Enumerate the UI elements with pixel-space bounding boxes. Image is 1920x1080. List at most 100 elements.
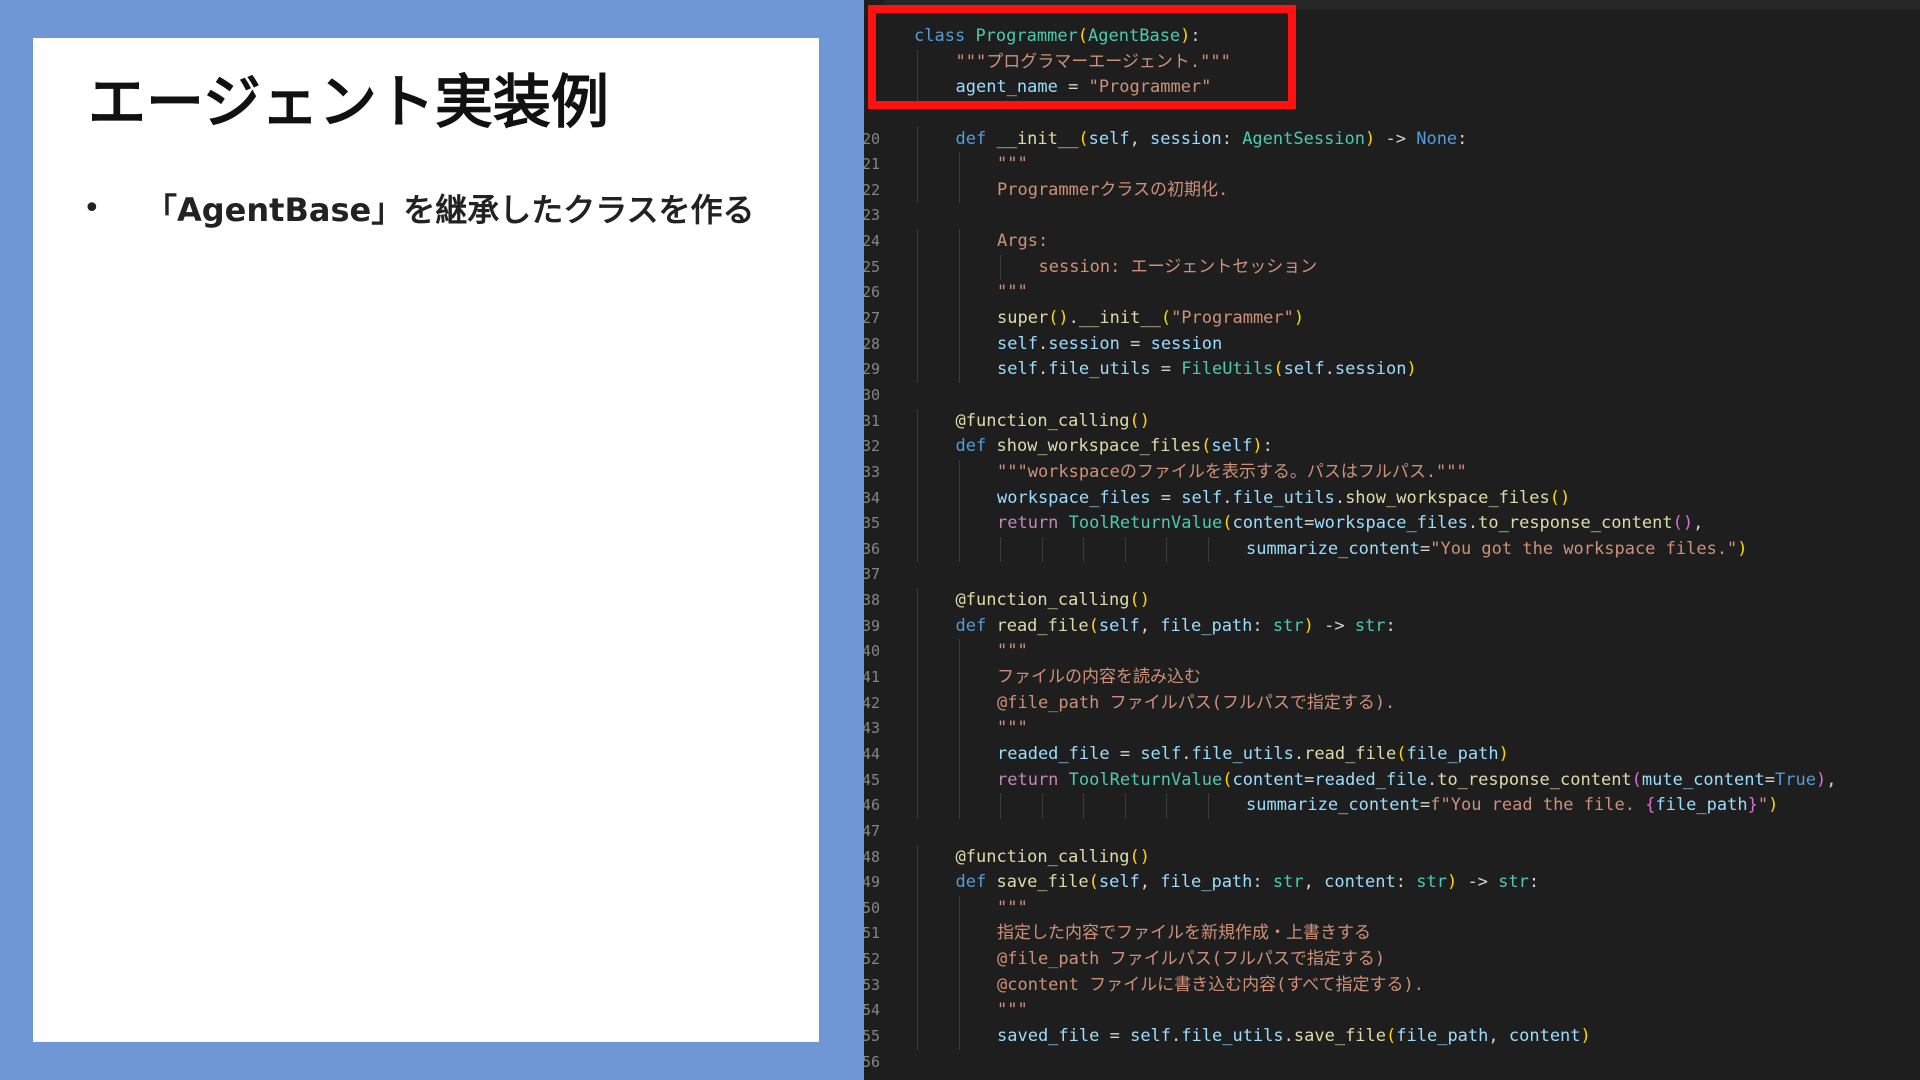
code-token: () xyxy=(1549,487,1571,508)
code-token: "You got the workspace files." xyxy=(1430,538,1738,559)
slide-panel: エージェント実装例 • 「AgentBase」を継承したクラスを作る xyxy=(33,38,819,1042)
indent-guide xyxy=(958,921,960,948)
code-token: session: エージェントセッション xyxy=(1038,256,1318,277)
code-line: 28 self.session = session xyxy=(864,331,1920,358)
code-token: ) xyxy=(1815,769,1827,790)
indent-guide xyxy=(958,767,960,794)
indent-guide xyxy=(958,639,960,666)
code-token: -> xyxy=(1457,872,1499,893)
code-token: """ xyxy=(997,282,1028,303)
code-token: content xyxy=(1324,872,1396,893)
code-token: mute_content xyxy=(1641,769,1765,790)
code-token: ( xyxy=(1088,872,1099,893)
code-token: session xyxy=(1150,128,1222,149)
code-line: 35 return ToolReturnValue(content=workspa… xyxy=(864,511,1920,537)
code-line: 36 summarize_content="You got the workspa… xyxy=(864,536,1920,563)
line-number: 30 xyxy=(864,385,880,404)
indent-guide xyxy=(958,254,960,281)
indent-guide xyxy=(1124,793,1126,819)
line-number: 23 xyxy=(864,206,880,225)
indent-guide xyxy=(958,793,960,819)
line-number: 33 xyxy=(864,462,880,481)
code-token: self xyxy=(1140,743,1182,764)
indent-guide xyxy=(917,870,918,896)
code-token: ) xyxy=(1365,128,1376,149)
code-token: , xyxy=(1488,1025,1509,1046)
code-token: () xyxy=(1129,590,1150,611)
indent-guide xyxy=(917,972,918,999)
code-token: def xyxy=(955,615,987,636)
code-line: 55 saved_file = self.file_utils.save_file… xyxy=(864,1023,1920,1050)
indent-guide xyxy=(917,895,918,922)
code-token: file_path xyxy=(1655,795,1748,816)
code-line: 50 """ xyxy=(864,895,1920,922)
line-number: 52 xyxy=(864,950,880,969)
indent-guide xyxy=(917,485,918,512)
indent-guide xyxy=(917,254,918,281)
line-number: 48 xyxy=(864,847,880,866)
line-number: 39 xyxy=(864,616,880,635)
code-token: show_workspace_files xyxy=(1345,487,1550,508)
class-highlight-box xyxy=(868,5,1296,109)
indent-guide xyxy=(1207,793,1209,819)
code-token: str xyxy=(1272,872,1304,893)
code-token: """ xyxy=(997,897,1028,918)
code-token: . xyxy=(1293,743,1305,764)
indent-guide xyxy=(917,459,918,486)
code-line: 38 @function_calling() xyxy=(864,588,1920,614)
code-line: 31 @function_calling() xyxy=(864,408,1920,435)
code-token: ) xyxy=(1498,743,1509,764)
code-line: 52 @file_path ファイルパス(フルパスで指定する) xyxy=(864,947,1920,973)
code-token: file_utils xyxy=(1232,487,1335,508)
code-token: ToolReturnValue xyxy=(1068,513,1223,534)
code-token: to_response_content xyxy=(1478,513,1673,534)
indent-guide xyxy=(958,998,960,1024)
indent-guide xyxy=(917,1023,918,1050)
code-token: @function_calling xyxy=(955,410,1130,431)
line-code: Args: xyxy=(997,229,1048,255)
code-token: """ xyxy=(997,154,1028,175)
code-line: 51 指定した内容でファイルを新規作成・上書きする xyxy=(864,921,1920,948)
code-token: readed_file xyxy=(1314,769,1427,790)
line-code: """ xyxy=(997,152,1028,178)
line-number: 32 xyxy=(864,437,880,456)
code-token: , xyxy=(1303,872,1325,893)
code-lines: class Programmer(AgentBase): """プログラマーエージ… xyxy=(864,24,1920,1075)
line-number: 34 xyxy=(864,488,880,507)
code-token: ) xyxy=(1293,308,1305,329)
code-token: return xyxy=(997,769,1059,790)
indent-guide xyxy=(917,665,918,691)
indent-guide xyxy=(917,613,918,640)
indent-guide xyxy=(958,459,960,486)
code-token: ) xyxy=(1737,538,1748,559)
code-token: @function_calling xyxy=(955,590,1130,611)
line-number: 49 xyxy=(864,873,880,892)
line-number: 40 xyxy=(864,642,880,661)
code-token: , xyxy=(1139,872,1161,893)
code-line: 39 def read_file(self, file_path: str) ->… xyxy=(864,613,1920,640)
line-number: 29 xyxy=(864,360,880,379)
code-line: 40 """ xyxy=(864,639,1920,666)
code-token: self xyxy=(1098,615,1140,636)
code-token: str xyxy=(1416,872,1447,893)
indent-guide xyxy=(958,665,960,691)
indent-guide xyxy=(958,895,960,922)
code-token: () xyxy=(1129,846,1150,867)
code-token: "Programmer" xyxy=(1171,308,1294,329)
bullet-item: • 「AgentBase」を継承したクラスを作る xyxy=(83,178,755,238)
line-code: Programmerクラスの初期化. xyxy=(997,178,1228,204)
code-token: -> xyxy=(1313,615,1355,636)
code-token: = xyxy=(1150,359,1182,380)
code-token: self xyxy=(1098,872,1140,893)
code-token: save_file xyxy=(1293,1025,1387,1046)
line-code: """ xyxy=(997,639,1028,665)
indent-guide xyxy=(1166,793,1167,819)
code-token: = xyxy=(1099,1025,1131,1046)
indent-guide xyxy=(917,716,918,742)
code-token: : xyxy=(1221,128,1243,149)
indent-guide xyxy=(917,536,918,563)
line-code: readed_file = self.file_utils.read_file(… xyxy=(997,742,1509,768)
code-token: " xyxy=(1757,795,1769,816)
indent-guide xyxy=(958,1023,960,1050)
